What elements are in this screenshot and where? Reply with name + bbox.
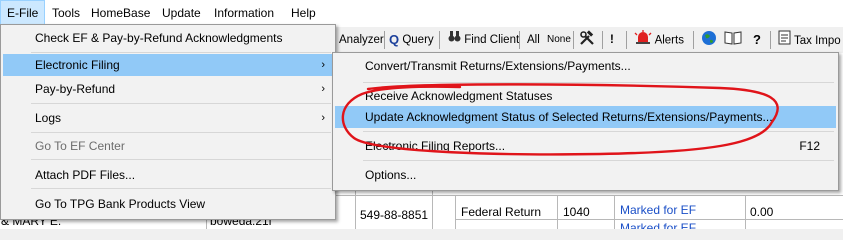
red-annotation-circle xyxy=(341,83,779,156)
